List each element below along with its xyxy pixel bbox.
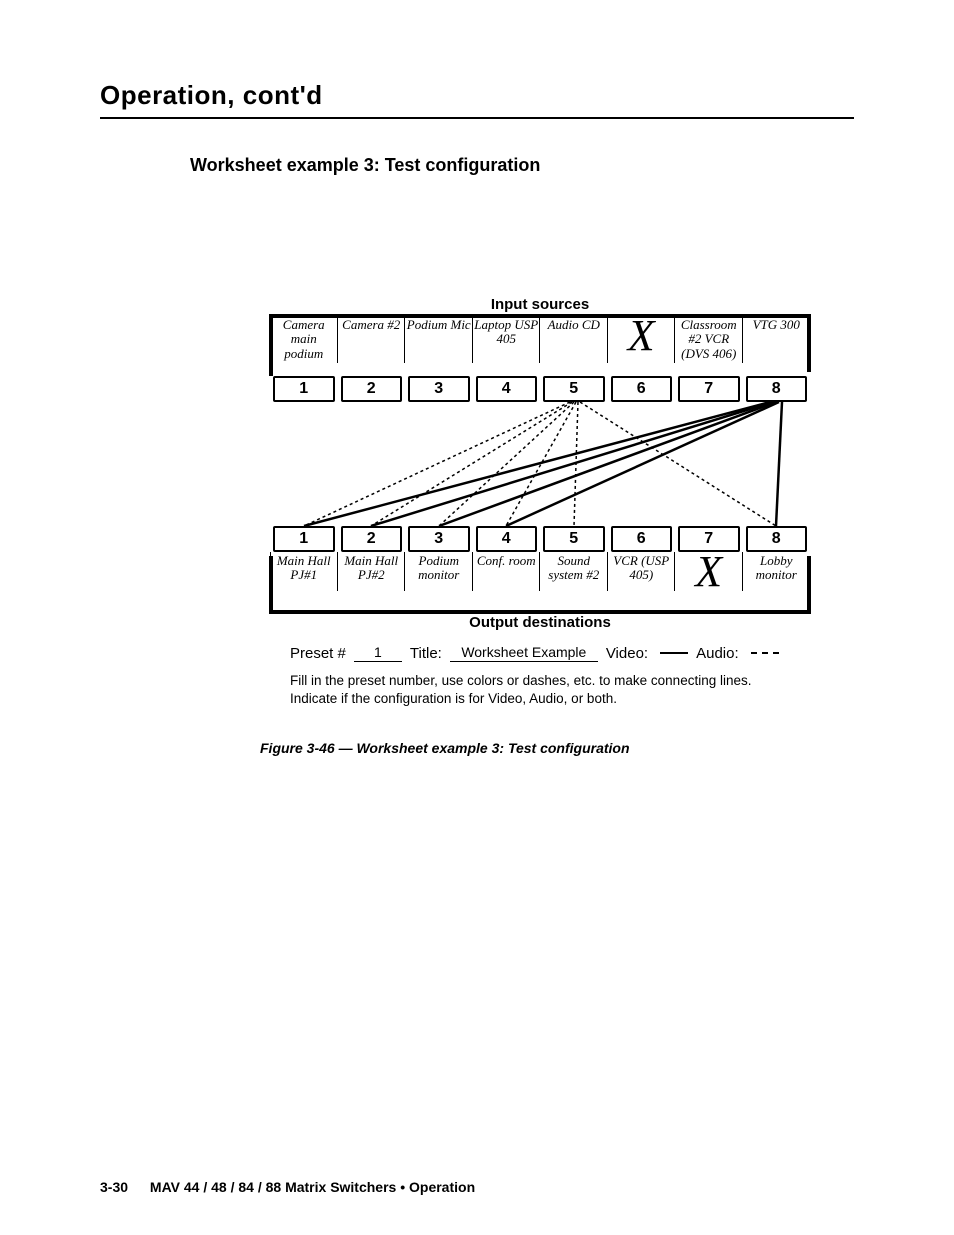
label-text: Main Hall PJ#1 xyxy=(277,553,331,582)
input-label: Camera main podium xyxy=(270,318,338,361)
label-text: Camera main podium xyxy=(283,317,325,361)
output-port-box: 1 xyxy=(273,526,335,552)
frame-bar xyxy=(807,556,811,614)
label-text: VTG 300 xyxy=(753,317,800,332)
input-port-box: 2 xyxy=(341,376,403,402)
header-rule xyxy=(100,117,854,119)
input-port-box: 4 xyxy=(476,376,538,402)
instruction-line: Indicate if the configuration is for Vid… xyxy=(290,690,810,708)
page-title: Operation, cont'd xyxy=(100,80,854,111)
matrix-diagram: Input sources Camera main podium Camera … xyxy=(260,296,820,636)
output-port-box: 8 xyxy=(746,526,808,552)
audio-dash-icon xyxy=(751,652,779,654)
input-port-box: 1 xyxy=(273,376,335,402)
input-label: Camera #2 xyxy=(338,318,406,361)
input-port-box: 6 xyxy=(611,376,673,402)
output-port-box: 6 xyxy=(611,526,673,552)
output-label: Main Hall PJ#1 xyxy=(270,554,338,589)
label-text: Lobby monitor xyxy=(756,553,797,582)
input-port-box: 5 xyxy=(543,376,605,402)
figure-caption: Figure 3-46 — Worksheet example 3: Test … xyxy=(260,740,630,756)
cross-icon: X xyxy=(695,547,722,596)
diagram-caption-bottom: Output destinations xyxy=(260,614,820,631)
output-label: Conf. room xyxy=(473,554,541,589)
page-number: 3-30 xyxy=(100,1179,128,1195)
output-label: Sound system #2 xyxy=(540,554,608,589)
cross-icon: X xyxy=(628,311,655,360)
title-value: Worksheet Example xyxy=(450,644,598,662)
label-text: Podium monitor xyxy=(418,553,459,582)
input-label: X xyxy=(608,318,676,361)
page-footer: 3-30 MAV 44 / 48 / 84 / 88 Matrix Switch… xyxy=(100,1179,475,1195)
diagram-caption-top: Input sources xyxy=(260,296,820,313)
output-labels-row: Main Hall PJ#1 Main Hall PJ#2 Podium mon… xyxy=(270,554,810,589)
frame-bar xyxy=(269,556,273,614)
label-text: Classroom #2 VCR (DVS 406) xyxy=(681,317,737,361)
input-label: Podium Mic xyxy=(405,318,473,361)
output-port-box: 5 xyxy=(543,526,605,552)
input-port-box: 7 xyxy=(678,376,740,402)
output-port-box: 2 xyxy=(341,526,403,552)
preset-value: 1 xyxy=(354,644,402,662)
output-port-box: 4 xyxy=(476,526,538,552)
label-text: Laptop USP 405 xyxy=(474,317,538,346)
audio-legend-label: Audio: xyxy=(696,645,739,662)
page: Operation, cont'd Worksheet example 3: T… xyxy=(0,0,954,1235)
book-title: MAV 44 / 48 / 84 / 88 Matrix Switchers •… xyxy=(150,1179,475,1195)
label-text: Podium Mic xyxy=(407,317,471,332)
input-label: VTG 300 xyxy=(743,318,811,361)
label-text: Audio CD xyxy=(548,317,600,332)
label-text: Camera #2 xyxy=(342,317,400,332)
title-label: Title: xyxy=(410,645,442,662)
output-label: Main Hall PJ#2 xyxy=(338,554,406,589)
section-heading: Worksheet example 3: Test configuration xyxy=(190,155,854,176)
video-line-icon xyxy=(660,652,688,654)
input-labels-row: Camera main podium Camera #2 Podium Mic … xyxy=(270,318,810,361)
instruction-text: Fill in the preset number, use colors or… xyxy=(290,672,810,708)
label-text: Conf. room xyxy=(477,553,536,568)
label-text: Main Hall PJ#2 xyxy=(344,553,398,582)
output-label: X xyxy=(675,554,743,589)
instruction-line: Fill in the preset number, use colors or… xyxy=(290,672,810,690)
input-label: Audio CD xyxy=(540,318,608,361)
label-text: VCR (USP 405) xyxy=(613,553,669,582)
video-legend-label: Video: xyxy=(606,645,648,662)
input-label: Laptop USP 405 xyxy=(473,318,541,361)
input-label: Classroom #2 VCR (DVS 406) xyxy=(675,318,743,361)
input-port-box: 8 xyxy=(746,376,808,402)
preset-form-row: Preset # 1 Title: Worksheet Example Vide… xyxy=(290,644,820,662)
label-text: Sound system #2 xyxy=(548,553,599,582)
output-label: Lobby monitor xyxy=(743,554,811,589)
input-port-box: 3 xyxy=(408,376,470,402)
output-label: VCR (USP 405) xyxy=(608,554,676,589)
output-label: Podium monitor xyxy=(405,554,473,589)
output-number-row: 1 2 3 4 5 6 7 8 xyxy=(270,526,810,552)
preset-label: Preset # xyxy=(290,645,346,662)
output-port-box: 3 xyxy=(408,526,470,552)
connections-svg xyxy=(270,402,810,526)
input-number-row: 1 2 3 4 5 6 7 8 xyxy=(270,376,810,402)
